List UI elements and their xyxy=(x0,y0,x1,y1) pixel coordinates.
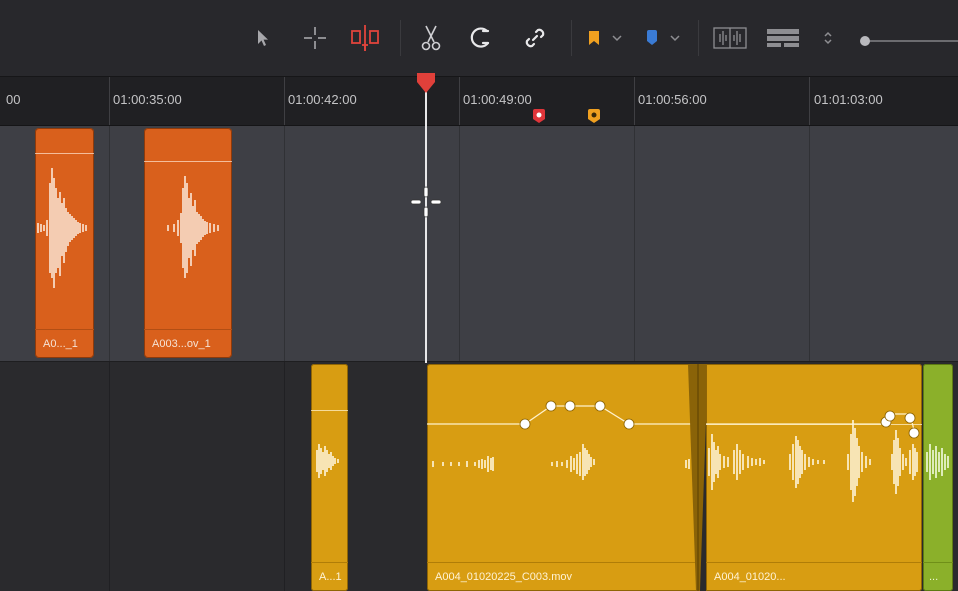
clip-name: ... xyxy=(923,562,953,591)
timecode-label: 01:00:35:00 xyxy=(113,92,182,107)
clip-name: A0..._1 xyxy=(35,329,94,358)
track-height-view-icon[interactable] xyxy=(764,20,802,56)
timecode-label: 01:00:42:00 xyxy=(288,92,357,107)
chevron-down-icon[interactable] xyxy=(606,20,628,56)
audio-waveform xyxy=(706,410,920,502)
clip-name: A004_01020... xyxy=(706,562,922,591)
zoom-updown-icon[interactable] xyxy=(818,20,838,56)
ruler-tick xyxy=(809,77,810,125)
grid-line xyxy=(109,126,110,361)
audio-clip[interactable]: A004_01020225_C003.mov xyxy=(427,364,697,591)
audio-clip[interactable]: A0..._1 xyxy=(35,128,94,358)
clip-name: A...1 xyxy=(311,562,348,591)
toolbar-separator xyxy=(571,20,572,56)
selection-arrow-icon[interactable] xyxy=(250,20,276,56)
zoom-slider-track[interactable] xyxy=(866,40,958,42)
grid-line xyxy=(109,362,110,591)
audio-waveform xyxy=(167,176,219,278)
audio-clip[interactable]: ... xyxy=(923,364,953,591)
audio-waveform xyxy=(37,168,87,288)
ruler-tick xyxy=(459,77,460,125)
playhead-handle[interactable] xyxy=(416,72,436,99)
ruler-tick xyxy=(284,77,285,125)
timeline-toolbar xyxy=(0,0,958,77)
grid-line xyxy=(809,126,810,361)
zoom-slider-handle[interactable] xyxy=(860,36,870,46)
grid-line xyxy=(459,126,460,361)
audio-track-2[interactable]: A...1 A004_01020225_C003.mov A004_01020.… xyxy=(0,362,958,591)
audio-waveform-view-icon[interactable] xyxy=(711,20,749,56)
timecode-label: 01:01:03:00 xyxy=(814,92,883,107)
audio-clip[interactable]: A003...ov_1 xyxy=(144,128,232,358)
crossfade-transition[interactable] xyxy=(688,364,708,591)
insert-marker-icon[interactable] xyxy=(345,20,385,56)
snapping-magnet-icon[interactable] xyxy=(466,20,496,56)
audio-clip[interactable]: A004_01020... xyxy=(706,364,922,591)
audio-waveform xyxy=(316,444,339,478)
chevron-down-icon[interactable] xyxy=(664,20,686,56)
trim-crosshair-icon[interactable] xyxy=(300,20,330,56)
toolbar-separator xyxy=(400,20,401,56)
ruler-tick xyxy=(634,77,635,125)
timeline-window: 00 01:00:35:00 01:00:42:00 01:00:49:00 0… xyxy=(0,0,958,591)
timecode-label: 01:00:56:00 xyxy=(638,92,707,107)
timecode-label: 00 xyxy=(6,92,21,107)
trim-cursor-icon xyxy=(410,186,442,223)
grid-line xyxy=(284,126,285,361)
marker-icon[interactable] xyxy=(640,20,664,56)
ruler-tick xyxy=(109,77,110,125)
timecode-ruler[interactable]: 00 01:00:35:00 01:00:42:00 01:00:49:00 0… xyxy=(0,77,958,126)
grid-line xyxy=(634,126,635,361)
linked-selection-icon[interactable] xyxy=(520,20,550,56)
blade-scissors-icon[interactable] xyxy=(416,20,446,56)
toolbar-separator xyxy=(698,20,699,56)
audio-waveform xyxy=(926,444,949,480)
audio-clip[interactable]: A...1 xyxy=(311,364,348,591)
audio-waveform xyxy=(427,400,697,480)
flag-icon[interactable] xyxy=(582,20,606,56)
timecode-label: 01:00:49:00 xyxy=(463,92,532,107)
clip-name: A004_01020225_C003.mov xyxy=(427,562,697,591)
audio-track-1[interactable]: A0..._1 A003...ov_1 xyxy=(0,126,958,361)
clip-name: A003...ov_1 xyxy=(144,329,232,358)
grid-line xyxy=(284,362,285,591)
